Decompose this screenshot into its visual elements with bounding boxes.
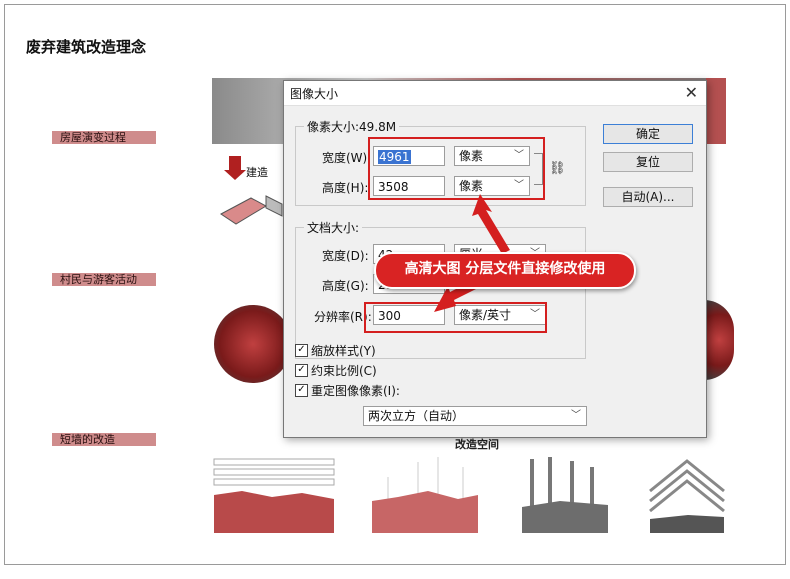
resample-checkbox[interactable]: ✓ [295, 384, 308, 397]
house-diagram [220, 195, 283, 225]
resample-method-select[interactable]: 两次立方（自动） ﹀ [363, 406, 587, 426]
build-label: 建造 [246, 166, 268, 179]
chevron-down-icon: ﹀ [571, 410, 581, 421]
dialog-title: 图像大小 [290, 87, 339, 101]
tag-villager-activity: 村民与游客活动 [52, 273, 156, 286]
doc-width-label: 宽度(D): [322, 249, 369, 263]
tag-house-evolution: 房屋演变过程 [52, 131, 156, 144]
down-arrow-icon [224, 156, 246, 180]
constrain-checkbox[interactable]: ✓ [295, 364, 308, 377]
resample-label: 重定图像像素(I): [311, 384, 400, 398]
wall-illustration-2 [372, 457, 478, 533]
resample-method: 两次立方（自动） [368, 409, 465, 423]
scale-styles-checkbox[interactable]: ✓ [295, 344, 308, 357]
activity-photo-left [214, 305, 292, 383]
height-label: 高度(H): [322, 181, 369, 195]
ok-button[interactable]: 确定 [603, 124, 693, 144]
close-icon[interactable]: ✕ [685, 83, 698, 102]
wall-illustration-3 [522, 457, 608, 533]
constrain-label: 约束比例(C) [311, 364, 377, 378]
pixel-size-label: 像素大小:49.8M [304, 118, 400, 135]
auto-button[interactable]: 自动(A)... [603, 187, 693, 207]
bottom-label: 改造空间 [455, 438, 499, 451]
dialog-titlebar: 图像大小 ✕ [284, 81, 706, 106]
reset-button[interactable]: 复位 [603, 152, 693, 172]
wall-illustration-4 [649, 459, 725, 533]
tag-wall-renovation: 短墙的改造 [52, 433, 156, 446]
side-photo [706, 78, 726, 144]
annotation-banner: 高清大图 分层文件直接修改使用 [374, 252, 636, 289]
poster-title: 废弃建筑改造理念 [26, 38, 147, 56]
wall-illustration-1 [213, 458, 335, 533]
doc-size-label: 文档大小: [304, 219, 363, 236]
chain-link-icon: ⛓ [549, 161, 566, 176]
doc-height-label: 高度(G): [322, 279, 369, 293]
scale-styles-label: 缩放样式(Y) [311, 344, 376, 358]
width-label: 宽度(W): [322, 151, 372, 165]
